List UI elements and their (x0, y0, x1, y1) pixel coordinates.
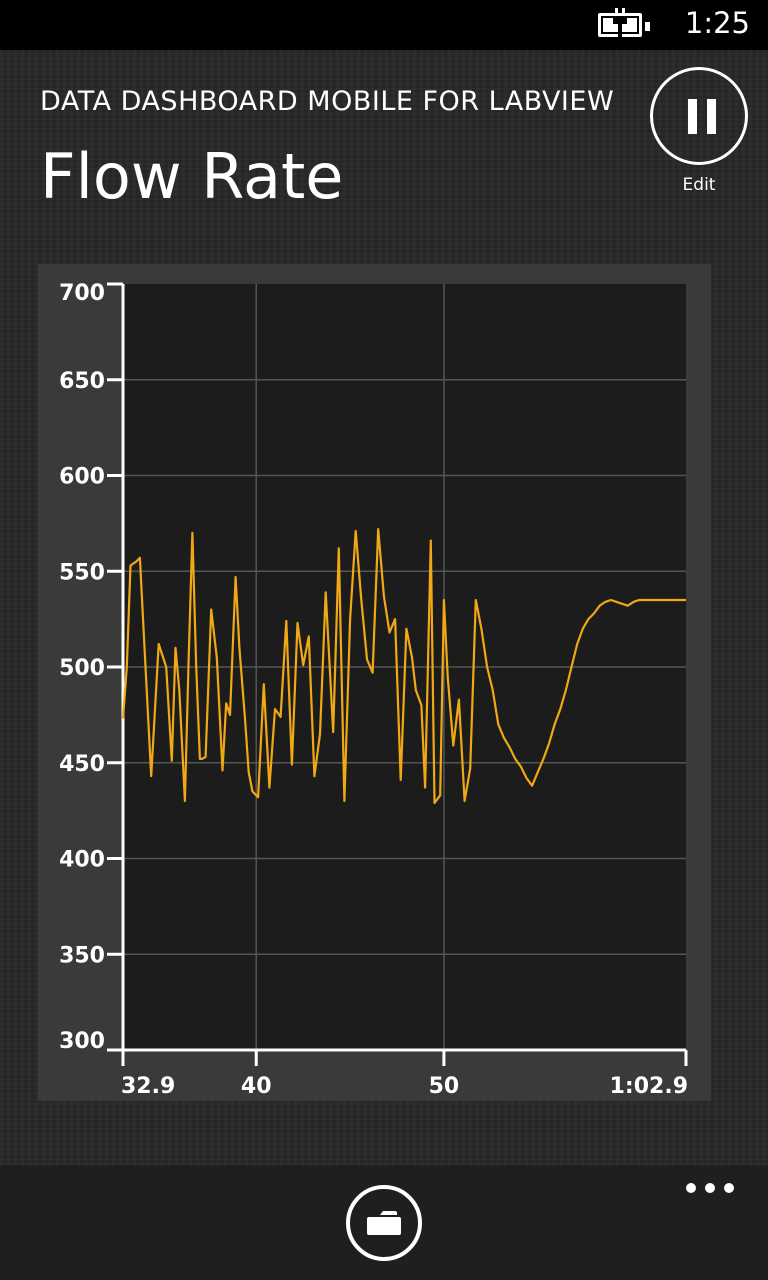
y-tick-label: 550 (59, 560, 105, 585)
x-tick-label: 1:02.9 (610, 1074, 688, 1099)
y-tick-label: 350 (59, 943, 105, 968)
pause-button[interactable] (650, 67, 748, 165)
y-axis-labels: 700 650 600 550 500 450 400 350 300 (59, 281, 105, 1054)
status-time: 1:25 (684, 6, 750, 40)
y-tick-label: 400 (59, 848, 105, 873)
more-options-button[interactable] (686, 1183, 734, 1195)
y-tick-label: 600 (59, 465, 105, 490)
more-icon (686, 1183, 696, 1193)
battery-charging-icon (598, 8, 650, 38)
app-title: DATA DASHBOARD MOBILE FOR LABVIEW (40, 86, 615, 117)
folder-icon (367, 1211, 401, 1235)
flow-rate-chart[interactable]: 700 650 600 550 500 450 400 350 300 32.9 40 50 1:02… (38, 264, 711, 1101)
x-tick-label: 40 (241, 1074, 272, 1099)
page-title: Flow Rate (40, 140, 344, 213)
y-tick-label: 500 (59, 656, 105, 681)
y-tick-label: 700 (59, 281, 105, 306)
y-tick-label: 650 (59, 369, 105, 394)
edit-label[interactable]: Edit (650, 175, 748, 195)
more-icon-dot (724, 1183, 734, 1193)
y-tick-label: 300 (59, 1029, 105, 1054)
x-tick-label: 32.9 (121, 1074, 175, 1099)
pause-icon-bar (707, 99, 716, 134)
pause-icon (688, 99, 697, 134)
x-tick-label: 50 (429, 1074, 460, 1099)
status-bar: 1:25 (0, 0, 768, 50)
x-axis-labels: 32.9 40 50 1:02.9 (121, 1074, 688, 1099)
more-icon-dot (705, 1183, 715, 1193)
open-folder-button[interactable] (346, 1185, 422, 1261)
y-tick-label: 450 (59, 752, 105, 777)
